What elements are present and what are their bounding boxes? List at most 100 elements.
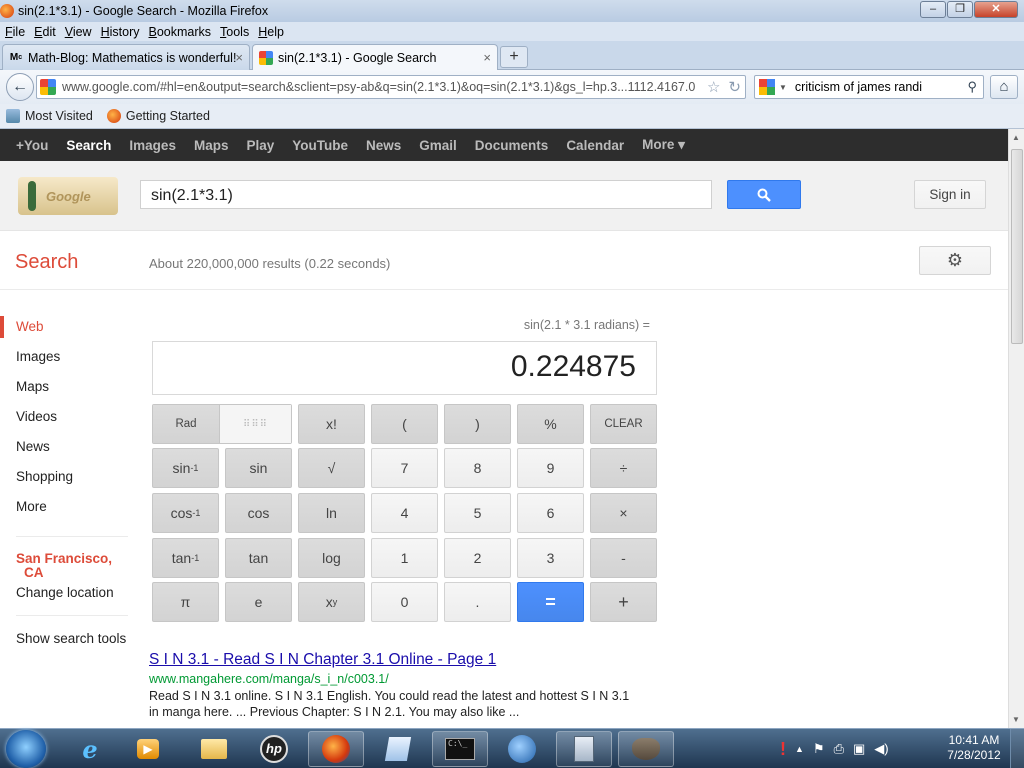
result-title-link[interactable]: S I N 3.1 - Read S I N Chapter 3.1 Onlin… xyxy=(149,651,669,669)
gimp-icon[interactable] xyxy=(618,731,674,767)
gbar-documents[interactable]: Documents xyxy=(475,138,549,153)
multiply-button[interactable]: × xyxy=(590,493,657,533)
close-paren-button[interactable]: ) xyxy=(444,404,511,444)
gbar-you[interactable]: +You xyxy=(16,138,48,153)
search-input[interactable]: sin(2.1*3.1) xyxy=(140,180,712,209)
gbar-gmail[interactable]: Gmail xyxy=(419,138,457,153)
cos-button[interactable]: cos xyxy=(225,493,292,533)
back-button[interactable]: ← xyxy=(6,73,34,101)
tab-google-search[interactable]: sin(2.1*3.1) - Google Search × xyxy=(252,44,498,70)
notepad-icon[interactable] xyxy=(370,731,426,767)
sin-button[interactable]: sin xyxy=(225,448,292,488)
nav-item-maps[interactable]: Maps xyxy=(16,379,49,394)
url-text[interactable]: www.google.com/#hl=en&output=search&scli… xyxy=(62,80,703,94)
show-hidden-icons-icon[interactable]: ▲ xyxy=(795,744,804,754)
gbar-search[interactable]: Search xyxy=(66,138,111,153)
clock[interactable]: 10:41 AM 7/28/2012 xyxy=(944,733,1004,763)
equals-button[interactable]: = xyxy=(517,582,584,622)
media-player-icon[interactable]: ▶ xyxy=(120,731,176,767)
tan-button[interactable]: tan xyxy=(225,538,292,578)
clear-button[interactable]: CLEAR xyxy=(590,404,657,444)
gbar-images[interactable]: Images xyxy=(129,138,176,153)
tab-math-blog[interactable]: Mc Math-Blog: Mathematics is wonderful! … xyxy=(2,44,250,70)
start-button[interactable] xyxy=(6,730,46,768)
thunderbird-icon[interactable] xyxy=(494,731,550,767)
digit-5-button[interactable]: 5 xyxy=(444,493,511,533)
site-identity-icon[interactable] xyxy=(40,79,56,95)
gbar-maps[interactable]: Maps xyxy=(194,138,229,153)
pi-button[interactable]: π xyxy=(152,582,219,622)
digit-3-button[interactable]: 3 xyxy=(517,538,584,578)
browser-search-box[interactable]: ▼ criticism of james randi ⚲ xyxy=(754,75,984,99)
action-center-alert-icon[interactable]: ! xyxy=(780,739,786,760)
gbar-play[interactable]: Play xyxy=(246,138,274,153)
digit-9-button[interactable]: 9 xyxy=(517,448,584,488)
sqrt-button[interactable]: √ xyxy=(298,448,365,488)
digit-2-button[interactable]: 2 xyxy=(444,538,511,578)
digit-8-button[interactable]: 8 xyxy=(444,448,511,488)
volume-icon[interactable]: ◀) xyxy=(874,741,888,757)
browser-search-input[interactable]: criticism of james randi xyxy=(795,80,968,94)
settings-button[interactable]: ⚙ xyxy=(919,246,991,275)
search-button[interactable] xyxy=(727,180,801,209)
power-button[interactable]: xy xyxy=(298,582,365,622)
chevron-down-icon[interactable]: ▼ xyxy=(779,83,787,92)
gbar-calendar[interactable]: Calendar xyxy=(566,138,624,153)
deg-button[interactable]: ⠿⠿⠿ xyxy=(220,405,291,443)
device-icon[interactable]: ⎙ xyxy=(834,741,844,757)
scroll-down-icon[interactable]: ▼ xyxy=(1012,715,1020,724)
nav-item-images[interactable]: Images xyxy=(16,349,60,364)
decimal-button[interactable]: . xyxy=(444,582,511,622)
show-search-tools-link[interactable]: Show search tools xyxy=(16,631,126,646)
sign-in-button[interactable]: Sign in xyxy=(914,180,986,209)
menu-edit[interactable]: Edit xyxy=(34,25,56,39)
show-desktop-button[interactable] xyxy=(1010,729,1024,768)
home-button[interactable]: ⌂ xyxy=(990,75,1018,99)
arcsin-button[interactable]: sin -1 xyxy=(152,448,219,488)
digit-6-button[interactable]: 6 xyxy=(517,493,584,533)
digit-0-button[interactable]: 0 xyxy=(371,582,438,622)
hp-icon[interactable]: hp xyxy=(246,731,302,767)
file-explorer-icon[interactable] xyxy=(186,731,242,767)
search-icon[interactable]: ⚲ xyxy=(967,79,977,95)
gbar-more[interactable]: More ▾ xyxy=(642,137,685,153)
ln-button[interactable]: ln xyxy=(298,493,365,533)
add-button[interactable]: + xyxy=(590,582,657,622)
close-button[interactable]: ✕ xyxy=(974,1,1018,18)
divide-button[interactable]: ÷ xyxy=(590,448,657,488)
angle-mode-toggle[interactable]: Rad ⠿⠿⠿ xyxy=(152,404,292,444)
firefox-taskbar-icon[interactable] xyxy=(308,731,364,767)
calculator-icon[interactable] xyxy=(556,731,612,767)
scroll-thumb[interactable] xyxy=(1011,149,1023,344)
search-engine-icon[interactable] xyxy=(759,79,775,95)
close-tab-icon[interactable]: × xyxy=(235,50,243,65)
nav-item-shopping[interactable]: Shopping xyxy=(16,469,73,484)
maximize-button[interactable]: ❐ xyxy=(947,1,973,18)
menu-tools[interactable]: Tools xyxy=(220,25,249,39)
vertical-scrollbar[interactable]: ▲ ▼ xyxy=(1008,129,1024,728)
nav-item-web[interactable]: Web xyxy=(16,319,44,334)
close-tab-icon[interactable]: × xyxy=(483,50,491,65)
minimize-button[interactable]: – xyxy=(920,1,946,18)
nav-item-videos[interactable]: Videos xyxy=(16,409,57,424)
rad-button[interactable]: Rad xyxy=(153,405,220,443)
arctan-button[interactable]: tan -1 xyxy=(152,538,219,578)
new-tab-button[interactable]: + xyxy=(500,46,528,68)
percent-button[interactable]: % xyxy=(517,404,584,444)
menu-bookmarks[interactable]: Bookmarks xyxy=(149,25,212,39)
bookmark-getting-started[interactable]: Getting Started xyxy=(106,109,210,123)
subtract-button[interactable]: - xyxy=(590,538,657,578)
nav-item-news[interactable]: News xyxy=(16,439,50,454)
scroll-up-icon[interactable]: ▲ xyxy=(1012,133,1020,142)
gbar-youtube[interactable]: YouTube xyxy=(292,138,348,153)
arccos-button[interactable]: cos -1 xyxy=(152,493,219,533)
bookmark-star-icon[interactable]: ☆ xyxy=(707,78,720,96)
google-doodle-logo[interactable]: Google xyxy=(18,177,118,215)
change-location-link[interactable]: Change location xyxy=(16,585,114,600)
reload-icon[interactable]: ↻ xyxy=(728,78,741,96)
nav-item-more[interactable]: More xyxy=(16,499,47,514)
url-bar[interactable]: www.google.com/#hl=en&output=search&scli… xyxy=(36,75,746,99)
e-button[interactable]: e xyxy=(225,582,292,622)
menu-view[interactable]: View xyxy=(65,25,92,39)
gbar-news[interactable]: News xyxy=(366,138,401,153)
